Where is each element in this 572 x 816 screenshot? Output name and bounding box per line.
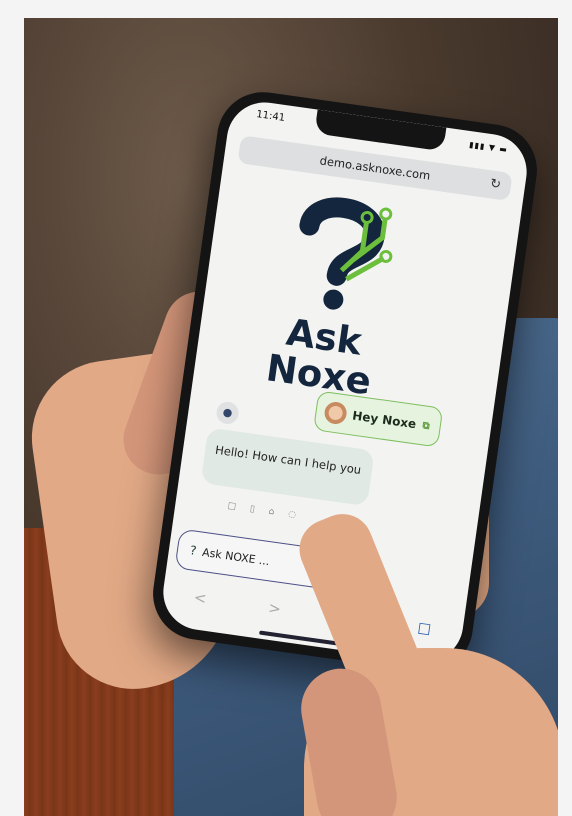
feedback-icon[interactable]: ▯ (249, 504, 269, 517)
user-avatar (323, 400, 349, 426)
back-icon[interactable]: < (193, 588, 208, 608)
phone-notch (314, 109, 447, 152)
asknoxe-logo-icon (299, 197, 393, 310)
brand-name: Ask Noxe (247, 309, 396, 404)
edit-icon[interactable]: ⧉ (422, 420, 431, 432)
photo-frame: 11:41 ▮▮▮ ▼ ▬ demo.asknoxe.com ↻ Ask Nox… (0, 0, 572, 816)
bot-avatar-icon: ● (215, 400, 240, 426)
bookmark-icon[interactable]: ⌂ (268, 507, 289, 520)
hey-noxe-label: Hey Noxe (351, 408, 418, 432)
photograph: 11:41 ▮▮▮ ▼ ▬ demo.asknoxe.com ↻ Ask Nox… (24, 18, 558, 816)
hey-noxe-button[interactable]: Hey Noxe ⧉ (313, 390, 444, 448)
ask-placeholder: Ask NOXE ... (201, 545, 271, 568)
url-text: demo.asknoxe.com (318, 153, 432, 183)
copy-icon[interactable]: □ (227, 501, 251, 514)
asknoxe-mini-logo-icon: ? (189, 543, 198, 558)
forward-icon[interactable]: > (267, 599, 282, 619)
bookmarks-icon[interactable]: ☐ (416, 620, 432, 640)
message-actions: □▯⌂◌ (227, 501, 311, 522)
assistant-message: Hello! How can I help you (200, 427, 375, 507)
status-time: 11:41 (255, 109, 286, 125)
reload-icon[interactable]: ↻ (489, 176, 502, 192)
comment-icon[interactable]: ◌ (288, 509, 311, 522)
status-icons: ▮▮▮ ▼ ▬ (468, 140, 509, 155)
